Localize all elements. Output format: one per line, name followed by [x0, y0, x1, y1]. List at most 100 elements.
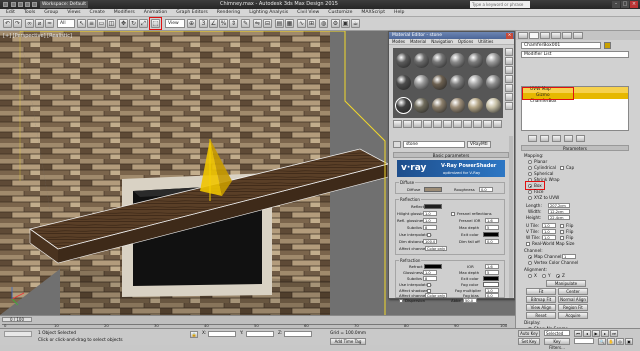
- w-tile-field[interactable]: 1.0: [542, 235, 556, 240]
- fog-bias-field[interactable]: 0.0: [485, 293, 499, 298]
- align-z-radio[interactable]: [556, 274, 560, 278]
- cylindrical-radio[interactable]: [528, 166, 532, 170]
- real-world-checkbox[interactable]: [526, 242, 530, 246]
- material-slot[interactable]: [431, 52, 447, 68]
- map-channel-radio[interactable]: [528, 255, 532, 259]
- link-icon[interactable]: ∞: [25, 19, 34, 28]
- minimize-icon[interactable]: –: [612, 1, 620, 8]
- go-to-parent-icon[interactable]: [483, 120, 492, 128]
- set-key-button[interactable]: Set Key: [518, 338, 540, 345]
- modifier-list-dropdown[interactable]: Modifier List: [521, 51, 629, 58]
- save-file-icon[interactable]: [25, 2, 30, 7]
- menu-tools[interactable]: Tools: [24, 10, 35, 15]
- v-flip-checkbox[interactable]: [560, 230, 564, 234]
- show-end-result-icon[interactable]: [473, 120, 482, 128]
- options-icon[interactable]: [505, 102, 513, 110]
- utilities-tab-icon[interactable]: [573, 32, 583, 39]
- height-field[interactable]: 22.4cm: [548, 215, 570, 220]
- go-forward-icon[interactable]: [493, 120, 502, 128]
- material-slot[interactable]: [485, 52, 501, 68]
- pick-material-icon[interactable]: [393, 140, 401, 148]
- dim-distance-field[interactable]: 100.0: [423, 239, 437, 244]
- menu-views[interactable]: Views: [67, 10, 80, 15]
- material-type-button[interactable]: VRayMtl: [467, 140, 491, 148]
- fresnel-ior-field[interactable]: 1.6: [485, 218, 499, 223]
- region-fit-button[interactable]: Region Fit: [558, 304, 588, 311]
- close-icon[interactable]: ×: [630, 1, 638, 8]
- show-end-result-stack-icon[interactable]: [540, 135, 549, 142]
- maximize-icon[interactable]: □: [621, 1, 629, 8]
- planar-radio[interactable]: [528, 160, 532, 164]
- align-icon[interactable]: ⊟: [263, 19, 272, 28]
- y-coordinate-field[interactable]: [246, 331, 274, 337]
- play-icon[interactable]: ▶: [592, 330, 600, 337]
- material-slot[interactable]: [413, 52, 429, 68]
- sample-type-icon[interactable]: [505, 48, 513, 56]
- reset-map-icon[interactable]: [423, 120, 432, 128]
- me-menu-options[interactable]: Options: [458, 39, 473, 44]
- menu-maxscript[interactable]: MAXScript: [361, 10, 385, 15]
- maxscript-listener[interactable]: [4, 331, 32, 337]
- undo-icon[interactable]: [32, 2, 37, 7]
- rotate-icon[interactable]: ↻: [129, 19, 138, 28]
- manipulate-button[interactable]: Manipulate: [546, 280, 586, 287]
- render-setup-icon[interactable]: ⚙: [331, 19, 340, 28]
- parameters-rollout[interactable]: Parameters: [521, 145, 629, 151]
- menu-create[interactable]: Create: [90, 10, 105, 15]
- menu-rendering[interactable]: Rendering: [217, 10, 240, 15]
- unlink-icon[interactable]: ⌀: [35, 19, 44, 28]
- reference-coordinate-dropdown[interactable]: View: [165, 19, 185, 28]
- lock-selection-icon[interactable]: 🔒: [190, 331, 198, 338]
- pivot-center-icon[interactable]: ⊕: [187, 19, 196, 28]
- material-id-icon[interactable]: [453, 120, 462, 128]
- add-time-tag-button[interactable]: Add Time Tag: [330, 338, 366, 345]
- me-menu-material[interactable]: Material: [410, 39, 426, 44]
- menu-group[interactable]: Group: [44, 10, 58, 15]
- menu-animation[interactable]: Animation: [144, 10, 167, 15]
- r-max-depth-field[interactable]: 5: [485, 270, 499, 275]
- dim-falloff-field[interactable]: 0.0: [485, 239, 499, 244]
- map-channel-field[interactable]: 1: [562, 254, 576, 259]
- background-icon[interactable]: [505, 66, 513, 74]
- normal-align-button[interactable]: Normal Align: [558, 296, 588, 303]
- refl-gloss-field[interactable]: 1.0: [423, 218, 437, 223]
- material-editor-icon[interactable]: ◍: [319, 19, 328, 28]
- me-menu-utilities[interactable]: Utilities: [478, 39, 493, 44]
- zoom-icon[interactable]: 🔍: [598, 338, 606, 345]
- scale-icon[interactable]: ⤢: [139, 19, 148, 28]
- vertex-color-radio[interactable]: [528, 261, 532, 265]
- dispersion-checkbox[interactable]: [399, 299, 403, 303]
- material-name-field[interactable]: stone: [403, 140, 465, 148]
- acquire-button[interactable]: Acquire: [558, 312, 588, 319]
- selection-filter-dropdown[interactable]: All: [57, 19, 75, 28]
- key-mode-dropdown[interactable]: Selected: [544, 330, 570, 336]
- time-slider[interactable]: 0 / 100 0 10 20 30 40 50 60 70 80 90 100: [0, 315, 515, 328]
- material-slot[interactable]: [413, 98, 429, 114]
- material-slot[interactable]: [449, 52, 465, 68]
- reset-button[interactable]: Reset: [526, 312, 556, 319]
- menu-graph-editors[interactable]: Graph Editors: [176, 10, 208, 15]
- material-slot[interactable]: [449, 98, 465, 114]
- go-to-end-icon[interactable]: ⏭: [610, 330, 618, 337]
- material-slot[interactable]: [467, 75, 483, 91]
- layer-manager-icon[interactable]: ▤: [275, 19, 284, 28]
- center-button[interactable]: Center: [558, 288, 588, 295]
- width-field[interactable]: 12.2cm: [548, 209, 570, 214]
- v-tile-field[interactable]: 1.0: [542, 229, 556, 234]
- u-tile-field[interactable]: 1.0: [542, 223, 556, 228]
- modify-tab-icon[interactable]: [529, 32, 539, 39]
- fog-color-swatch[interactable]: [483, 282, 499, 287]
- max-depth-field[interactable]: 5: [485, 225, 499, 230]
- next-frame-icon[interactable]: ▸: [601, 330, 609, 337]
- snaps-toggle-icon[interactable]: 3: [199, 19, 208, 28]
- make-preview-icon[interactable]: [505, 93, 513, 101]
- mirror-icon[interactable]: ⇋: [253, 19, 262, 28]
- app-logo-icon[interactable]: [3, 2, 8, 7]
- assign-material-icon[interactable]: [413, 120, 422, 128]
- render-production-icon[interactable]: ☕: [351, 19, 360, 28]
- put-to-scene-icon[interactable]: [403, 120, 412, 128]
- ior-field[interactable]: 1.6: [485, 264, 499, 269]
- remove-modifier-icon[interactable]: [564, 135, 573, 142]
- current-frame-field[interactable]: [574, 338, 594, 344]
- move-icon[interactable]: ✥: [119, 19, 128, 28]
